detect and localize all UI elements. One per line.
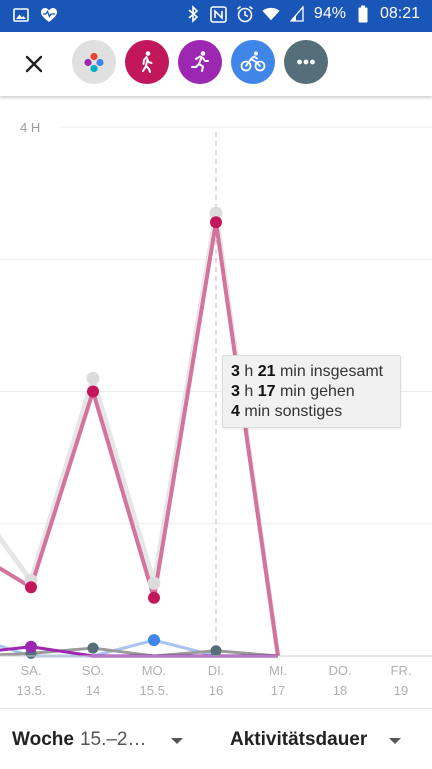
series-point-1-1[interactable] xyxy=(87,385,99,398)
series-point-3-1[interactable] xyxy=(87,642,99,654)
period-dropdown-icon[interactable] xyxy=(171,738,183,744)
battery-percent: 94% xyxy=(313,5,346,22)
series-point-1-2[interactable] xyxy=(148,591,160,604)
series-point-1-0[interactable] xyxy=(25,581,37,594)
x-tick-label-date: 15.5. xyxy=(140,683,169,698)
x-tick-label-date: 16 xyxy=(209,683,223,698)
series-line-0 xyxy=(0,210,281,657)
activity-filter-running[interactable] xyxy=(178,40,222,84)
tooltip-walking-label: gehen xyxy=(310,383,355,400)
tooltip-hours-unit: h xyxy=(244,363,254,380)
battery-icon xyxy=(354,5,372,23)
status-bar: 94% 08:21 xyxy=(0,0,432,32)
activity-filter-more[interactable] xyxy=(284,40,328,84)
tooltip-other-label: sonstiges xyxy=(274,403,343,420)
day-summary-tooltip: 3 h 21 min insgesamt 3 h 17 min gehen 4 … xyxy=(222,355,401,428)
tooltip-total-label: insgesamt xyxy=(310,363,384,380)
tooltip-walking-hours: 3 xyxy=(231,383,240,400)
dots-icon xyxy=(84,52,104,73)
heart-icon xyxy=(40,6,58,24)
series-point-2-2[interactable] xyxy=(148,634,160,647)
x-tick-label-date: 14 xyxy=(86,683,100,698)
x-tick-label-day: FR. xyxy=(391,663,412,678)
series-point-4-0[interactable] xyxy=(25,640,37,653)
tooltip-hours-unit: h xyxy=(244,383,254,400)
x-tick-label-day: SA. xyxy=(21,663,42,678)
walk-icon xyxy=(142,51,153,73)
metric-label: Aktivitätsdauer xyxy=(230,729,368,750)
x-tick-label-day: DI. xyxy=(208,663,225,678)
bottom-bar: Woche 15.–2… Aktivitätsdauer xyxy=(0,708,432,769)
close-icon xyxy=(25,55,43,73)
metric-selector[interactable]: Aktivitätsdauer xyxy=(230,729,367,751)
tooltip-walking-minutes: 17 xyxy=(257,383,276,400)
series-point-0-2[interactable] xyxy=(147,576,161,590)
period-value: 15.–2… xyxy=(79,729,147,750)
activity-filter-walking[interactable] xyxy=(125,40,169,84)
clock-time: 08:21 xyxy=(379,5,420,22)
nfc-icon xyxy=(210,5,228,23)
tooltip-minutes-unit: min xyxy=(244,403,271,420)
tooltip-minutes-unit: min xyxy=(279,363,306,380)
image-icon xyxy=(12,6,30,24)
period-selector[interactable]: Woche 15.–2… xyxy=(12,729,146,751)
metric-dropdown-icon[interactable] xyxy=(389,738,401,744)
x-tick-label-date: 17 xyxy=(271,683,285,698)
run-icon xyxy=(191,51,209,72)
wifi-icon xyxy=(262,5,280,23)
x-tick-label-day: SO. xyxy=(82,663,104,678)
x-tick-label-date: 19 xyxy=(394,683,408,698)
tooltip-minutes-unit: min xyxy=(279,383,306,400)
x-tick-label-day: MO. xyxy=(142,663,167,678)
x-tick-label-day: MI. xyxy=(269,663,287,678)
tooltip-line-walking: 3 h 17 min gehen xyxy=(231,382,392,402)
tooltip-total-hours: 3 xyxy=(231,363,240,380)
series-point-1-3[interactable] xyxy=(210,216,222,229)
chart-series xyxy=(0,206,281,659)
y-axis-tick-label: 4 H xyxy=(20,120,40,135)
tooltip-line-total: 3 h 21 min insgesamt xyxy=(231,362,392,382)
close-button[interactable] xyxy=(20,50,48,78)
series-point-3-3[interactable] xyxy=(210,645,222,657)
tooltip-line-other: 4 min sonstiges xyxy=(231,402,392,422)
series-point-0-1[interactable] xyxy=(86,371,100,385)
activity-filter-cycling[interactable] xyxy=(231,40,275,84)
bluetooth-icon xyxy=(184,5,202,23)
bike-icon xyxy=(240,51,266,72)
tooltip-other-minutes: 4 xyxy=(231,403,240,420)
period-label: Woche xyxy=(12,729,74,750)
tooltip-total-minutes: 21 xyxy=(257,363,276,380)
x-tick-label-date: 18 xyxy=(333,683,347,698)
more-icon xyxy=(297,59,315,65)
alarm-icon xyxy=(236,5,254,23)
x-axis-labels: SA. 13.5. SO. 14 MO. 15.5. DI. 16 MI. 17 DO. 18 FR. 1… xyxy=(17,663,412,698)
signal-icon xyxy=(288,5,306,23)
activity-filter-all[interactable] xyxy=(72,40,116,84)
x-tick-label-date: 13.5. xyxy=(17,683,46,698)
x-tick-label-day: DO. xyxy=(328,663,351,678)
series-line-1 xyxy=(0,220,280,657)
activity-toolbar xyxy=(0,32,432,96)
